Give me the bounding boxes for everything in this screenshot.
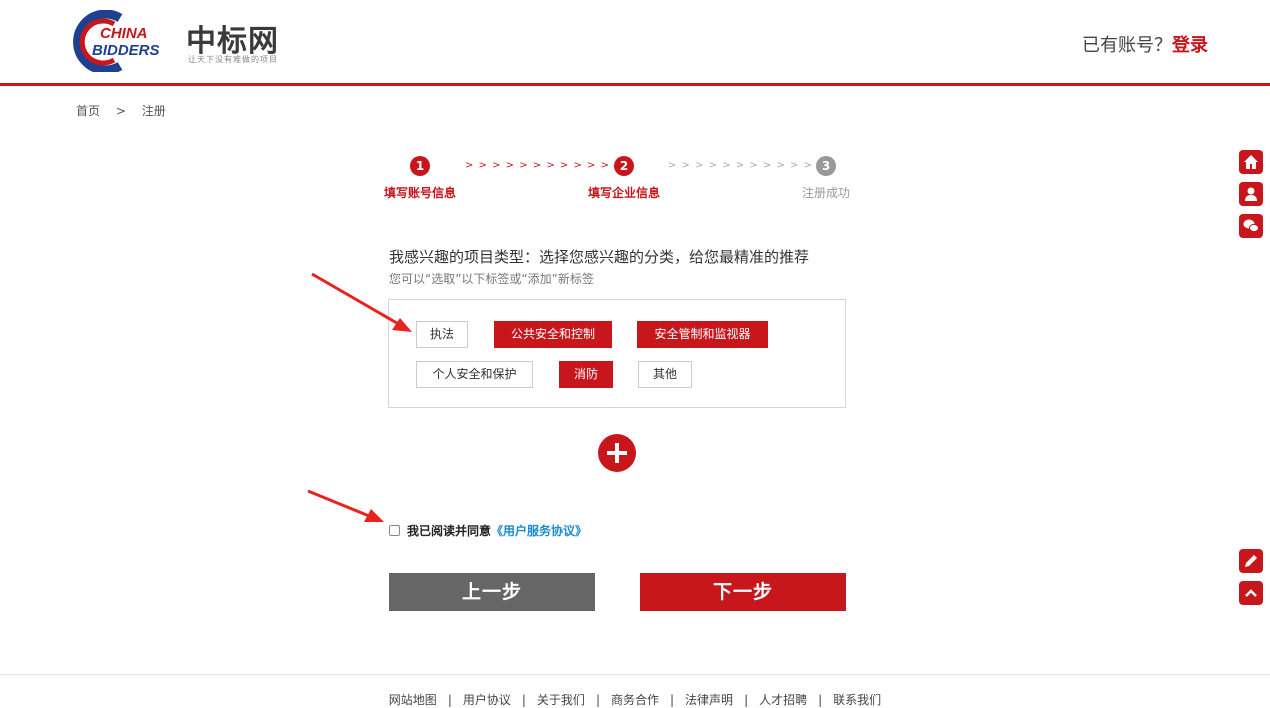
account-prompt: 已有账号？ (1082, 35, 1172, 56)
annotation-arrow-agreement (307, 489, 384, 522)
home-icon (1244, 155, 1258, 169)
breadcrumb-current: 注册 (141, 104, 166, 118)
step-2: 2 填写企业信息 (574, 154, 674, 201)
step-1: 1 填写账号信息 (370, 154, 470, 201)
interest-title: 我感兴趣的项目类型：选择您感兴趣的分类，给您最精准的推荐 (389, 248, 810, 266)
tag-other[interactable]: 其他 (638, 361, 692, 388)
registration-steps: 1 填写账号信息 > > > > > > > > > > > > 2 填写企业信… (370, 154, 870, 214)
tag-container: 执法 公共安全和控制 安全管制和监视器 个人安全和保护 消防 其他 (388, 299, 846, 408)
footer-divider: | (447, 693, 452, 707)
add-tag-button[interactable] (598, 434, 636, 472)
float-wechat-button[interactable] (1239, 214, 1263, 238)
step-2-label: 填写企业信息 (587, 186, 660, 200)
site-header: CHINA BIDDERS 中标网 让天下没有难做的项目 已有账号？登录 (0, 0, 1270, 86)
login-link[interactable]: 登录 (1172, 35, 1208, 56)
breadcrumb-separator: > (115, 104, 126, 118)
footer-links: 网站地图 | 用户协议 | 关于我们 | 商务合作 | 法律声明 | 人才招聘 | 联系我们 (0, 691, 1270, 708)
footer-link-user-agreement[interactable]: 用户协议 (463, 691, 511, 708)
breadcrumb-home[interactable]: 首页 (76, 102, 100, 119)
agreement-text: 我已阅读并同意 (407, 524, 492, 538)
china-bidders-logo-icon: CHINA BIDDERS (73, 10, 160, 72)
footer-link-contact[interactable]: 联系我们 (833, 691, 881, 708)
step-3-number: 3 (816, 156, 836, 176)
logo-en-line2: BIDDERS (92, 42, 160, 59)
edit-icon (1245, 555, 1257, 567)
float-back-to-top-button[interactable] (1239, 581, 1263, 605)
tag-personal-safety[interactable]: 个人安全和保护 (416, 361, 533, 388)
step-2-number: 2 (614, 156, 634, 176)
step-3: 3 注册成功 (776, 154, 876, 201)
next-step-button[interactable]: 下一步 (640, 573, 846, 611)
site-logo[interactable]: CHINA BIDDERS 中标网 让天下没有难做的项目 (62, 10, 302, 72)
footer-divider: | (595, 693, 600, 707)
step-1-number: 1 (410, 156, 430, 176)
footer-link-business[interactable]: 商务合作 (611, 691, 659, 708)
tag-security-monitoring[interactable]: 安全管制和监视器 (637, 321, 768, 348)
step-1-label: 填写账号信息 (383, 186, 456, 200)
footer-divider: | (521, 693, 526, 707)
agreement-checkbox[interactable] (389, 525, 400, 536)
footer-link-sitemap[interactable]: 网站地图 (389, 691, 437, 708)
footer-divider: | (744, 693, 749, 707)
breadcrumb: 首页 > 注册 (76, 102, 166, 119)
float-home-button[interactable] (1239, 150, 1263, 174)
tag-fire-protection[interactable]: 消防 (559, 361, 613, 388)
footer-link-about[interactable]: 关于我们 (537, 691, 585, 708)
tag-law-enforcement[interactable]: 执法 (416, 321, 468, 348)
footer-divider: | (670, 693, 675, 707)
step-3-label: 注册成功 (801, 186, 850, 200)
account-area: 已有账号？登录 (1082, 31, 1208, 57)
logo-en-line1: CHINA (100, 25, 148, 42)
agreement-row: 我已阅读并同意 《用户服务协议》 (389, 522, 587, 539)
tag-public-safety[interactable]: 公共安全和控制 (494, 321, 612, 348)
interest-subtitle: 您可以“选取”以下标签或“添加”新标签 (389, 272, 594, 286)
user-agreement-link[interactable]: 《用户服务协议》 (491, 522, 587, 539)
user-icon (1245, 187, 1257, 201)
logo-slogan: 让天下没有难做的项目 (188, 55, 278, 64)
back-to-top-icon (1245, 589, 1257, 597)
wechat-icon (1243, 219, 1259, 233)
float-user-button[interactable] (1239, 182, 1263, 206)
footer-divider: | (818, 693, 823, 707)
float-edit-button[interactable] (1239, 549, 1263, 573)
site-footer: 网站地图 | 用户协议 | 关于我们 | 商务合作 | 法律声明 | 人才招聘 | 联系我们 (0, 674, 1270, 708)
footer-link-careers[interactable]: 人才招聘 (759, 691, 807, 708)
footer-link-legal[interactable]: 法律声明 (685, 691, 733, 708)
prev-step-button[interactable]: 上一步 (389, 573, 595, 611)
